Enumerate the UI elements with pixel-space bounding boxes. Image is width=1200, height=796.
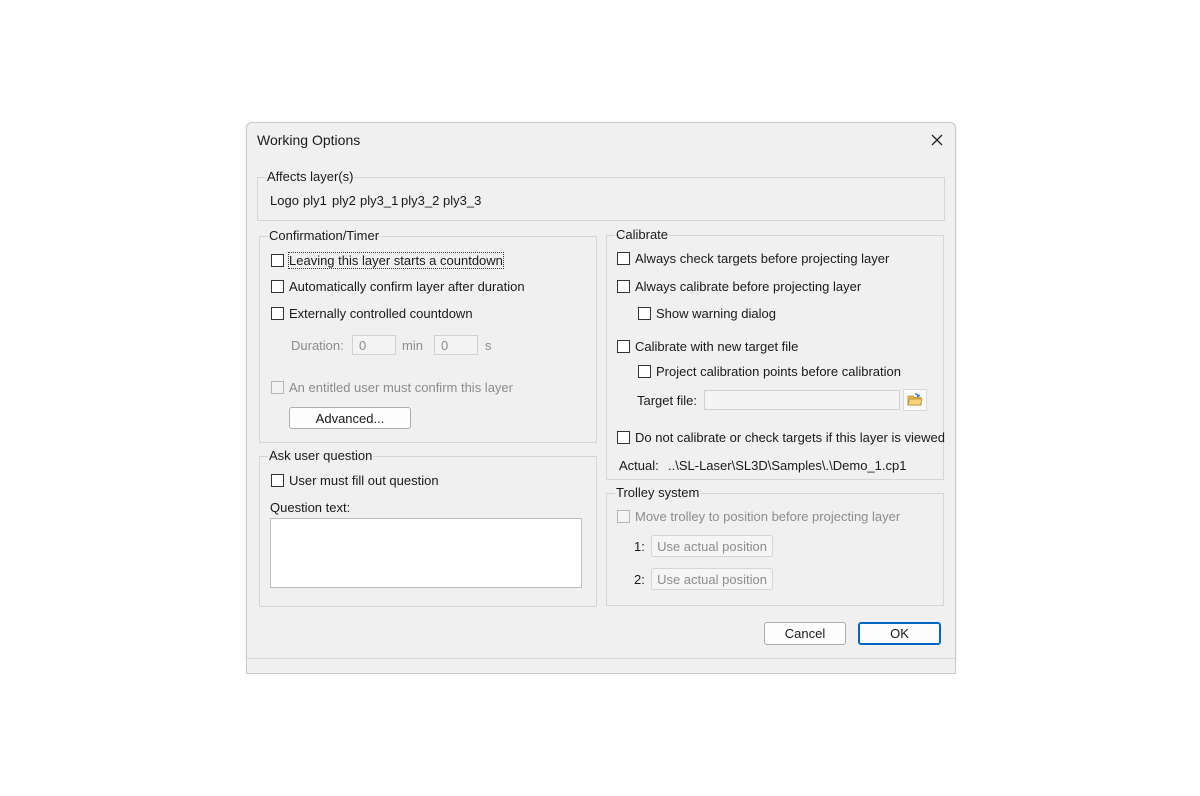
- checkbox-label: Leaving this layer starts a countdown: [288, 252, 504, 269]
- position-2-label: 2:: [634, 572, 645, 587]
- trolley-system-legend: Trolley system: [615, 485, 701, 500]
- checkbox-label: Do not calibrate or check targets if thi…: [635, 430, 945, 445]
- new-target-file-checkbox[interactable]: Calibrate with new target file: [617, 339, 798, 354]
- dialog-bottom-edge: [246, 658, 956, 674]
- duration-label: Duration:: [291, 338, 344, 353]
- checkbox-label: An entitled user must confirm this layer: [289, 380, 513, 395]
- calibrate-legend: Calibrate: [615, 227, 670, 242]
- affects-layers-group: Affects layer(s) Logo ply1 ply2 ply3_1 p…: [257, 169, 945, 221]
- checkbox-box[interactable]: [617, 340, 630, 353]
- dialog-title: Working Options: [257, 132, 361, 148]
- actual-label: Actual:: [619, 458, 659, 473]
- layer-ply3-3: ply3_3: [443, 193, 482, 208]
- checkbox-label: Show warning dialog: [656, 306, 776, 321]
- check-targets-checkbox[interactable]: Always check targets before projecting l…: [617, 251, 889, 266]
- checkbox-box[interactable]: [638, 365, 651, 378]
- checkbox-label: Always check targets before projecting l…: [635, 251, 890, 266]
- target-file-label: Target file:: [637, 393, 697, 408]
- checkbox-box[interactable]: [638, 307, 651, 320]
- checkbox-box[interactable]: [617, 431, 630, 444]
- checkbox-label: Externally controlled countdown: [289, 306, 473, 321]
- duration-sec-input[interactable]: 0: [434, 335, 478, 355]
- cancel-button[interactable]: Cancel: [764, 622, 846, 645]
- show-warning-checkbox[interactable]: Show warning dialog: [638, 306, 776, 321]
- ok-button[interactable]: OK: [858, 622, 941, 645]
- sec-label: s: [485, 338, 492, 353]
- ask-user-question-group: Ask user question User must fill out que…: [259, 448, 597, 607]
- affects-layers-legend: Affects layer(s): [266, 169, 355, 184]
- trolley-system-group: Trolley system Move trolley to position …: [606, 485, 944, 606]
- checkbox-box[interactable]: [271, 474, 284, 487]
- layer-ply3-1: ply3_1: [360, 193, 399, 208]
- always-calibrate-checkbox[interactable]: Always calibrate before projecting layer: [617, 279, 861, 294]
- layer-ply2: ply2: [332, 193, 356, 208]
- folder-open-icon: [907, 393, 923, 406]
- move-trolley-checkbox[interactable]: Move trolley to position before projecti…: [617, 509, 900, 524]
- checkbox-label: Move trolley to position before projecti…: [635, 509, 901, 524]
- use-actual-position-2-button[interactable]: Use actual position: [651, 568, 773, 590]
- checkbox-box[interactable]: [271, 381, 284, 394]
- layer-logo: Logo: [270, 193, 299, 208]
- confirmation-timer-legend: Confirmation/Timer: [268, 228, 381, 243]
- must-fill-question-checkbox[interactable]: User must fill out question: [271, 473, 439, 488]
- close-button[interactable]: [923, 127, 951, 153]
- min-label: min: [402, 338, 423, 353]
- layer-ply3-2: ply3_2: [401, 193, 440, 208]
- leaving-countdown-checkbox[interactable]: Leaving this layer starts a countdown: [271, 252, 504, 269]
- checkbox-label: Calibrate with new target file: [635, 339, 799, 354]
- close-icon: [931, 134, 943, 146]
- target-file-input[interactable]: [704, 390, 900, 410]
- external-countdown-checkbox[interactable]: Externally controlled countdown: [271, 306, 473, 321]
- checkbox-label: User must fill out question: [289, 473, 439, 488]
- checkbox-box[interactable]: [271, 254, 284, 267]
- checkbox-label: Project calibration points before calibr…: [656, 364, 901, 379]
- calibrate-group: Calibrate Always check targets before pr…: [606, 227, 945, 480]
- question-text-area[interactable]: [270, 518, 582, 588]
- checkbox-box[interactable]: [617, 510, 630, 523]
- advanced-button[interactable]: Advanced...: [289, 407, 411, 429]
- layer-ply1: ply1: [303, 193, 327, 208]
- entitled-user-checkbox[interactable]: An entitled user must confirm this layer: [271, 380, 513, 395]
- ask-user-question-legend: Ask user question: [268, 448, 374, 463]
- project-points-checkbox[interactable]: Project calibration points before calibr…: [638, 364, 901, 379]
- use-actual-position-1-button[interactable]: Use actual position: [651, 535, 773, 557]
- position-1-label: 1:: [634, 539, 645, 554]
- checkbox-box[interactable]: [617, 280, 630, 293]
- working-options-dialog: Working Options Affects layer(s) Logo pl…: [246, 122, 956, 660]
- duration-min-input[interactable]: 0: [352, 335, 396, 355]
- question-text-label: Question text:: [270, 500, 351, 515]
- checkbox-box[interactable]: [271, 280, 284, 293]
- checkbox-box[interactable]: [617, 252, 630, 265]
- checkbox-label: Always calibrate before projecting layer: [635, 279, 862, 294]
- auto-confirm-checkbox[interactable]: Automatically confirm layer after durati…: [271, 279, 525, 294]
- checkbox-box[interactable]: [271, 307, 284, 320]
- do-not-calibrate-checkbox[interactable]: Do not calibrate or check targets if thi…: [617, 430, 945, 445]
- confirmation-timer-group: Confirmation/Timer Leaving this layer st…: [259, 228, 597, 443]
- actual-value: ..\SL-Laser\SL3D\Samples\.\Demo_1.cp1: [668, 458, 907, 473]
- browse-target-file-button[interactable]: [903, 389, 927, 411]
- title-bar: Working Options: [247, 123, 955, 157]
- checkbox-label: Automatically confirm layer after durati…: [289, 279, 525, 294]
